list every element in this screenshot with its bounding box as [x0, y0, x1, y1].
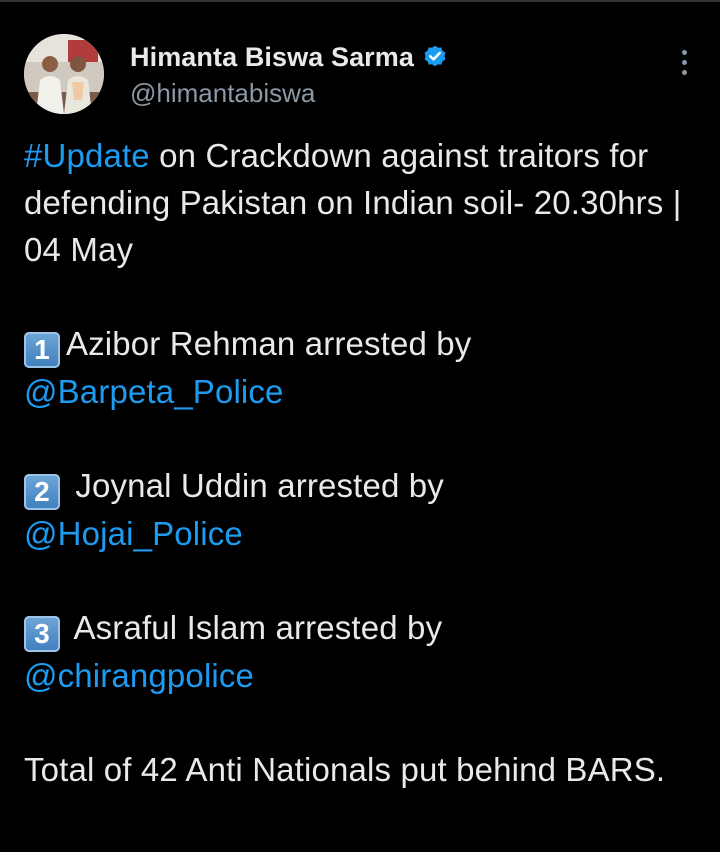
mention-chirang-police-link[interactable]: @chirangpolice [24, 657, 254, 694]
mention-hojai-police-link[interactable]: @Hojai_Police [24, 515, 243, 552]
list-item: 2 Joynal Uddin arrested by @Hojai_Police [24, 462, 704, 557]
tweet-closing: Total of 42 Anti Nationals put behind BA… [24, 751, 666, 788]
tweet-intro: #Update on Crackdown against traitors fo… [24, 132, 704, 273]
display-name[interactable]: Himanta Biswa Sarma [130, 42, 414, 73]
keycap-one-icon: 1 [24, 332, 60, 368]
more-options-icon[interactable] [678, 50, 690, 82]
item-text: Azibor Rehman arrested by [66, 325, 472, 362]
tweet-text: #Update on Crackdown against traitors fo… [24, 132, 704, 793]
keycap-two-icon: 2 [24, 474, 60, 510]
tweet-card[interactable]: Himanta Biswa Sarma @himantabiswa #Updat… [0, 0, 720, 852]
hashtag-update-link[interactable]: #Update [24, 137, 150, 174]
item-text: Joynal Uddin arrested by [66, 467, 444, 504]
list-item: 3 Asraful Islam arrested by @chirangpolic… [24, 604, 704, 699]
author-handle[interactable]: @himantabiswa [130, 78, 448, 109]
list-item: 1 Azibor Rehman arrested by @Barpeta_Polic… [24, 320, 704, 415]
author-info: Himanta Biswa Sarma @himantabiswa [130, 38, 448, 109]
verified-badge-icon [422, 44, 448, 70]
avatar-image [24, 34, 104, 114]
display-name-row: Himanta Biswa Sarma [130, 38, 448, 76]
item-text: Asraful Islam arrested by [66, 609, 443, 646]
tweet-header: Himanta Biswa Sarma @himantabiswa [24, 34, 696, 114]
mention-barpeta-police-link[interactable]: @Barpeta_Police [24, 373, 284, 410]
avatar[interactable] [24, 34, 104, 114]
keycap-three-icon: 3 [24, 616, 60, 652]
